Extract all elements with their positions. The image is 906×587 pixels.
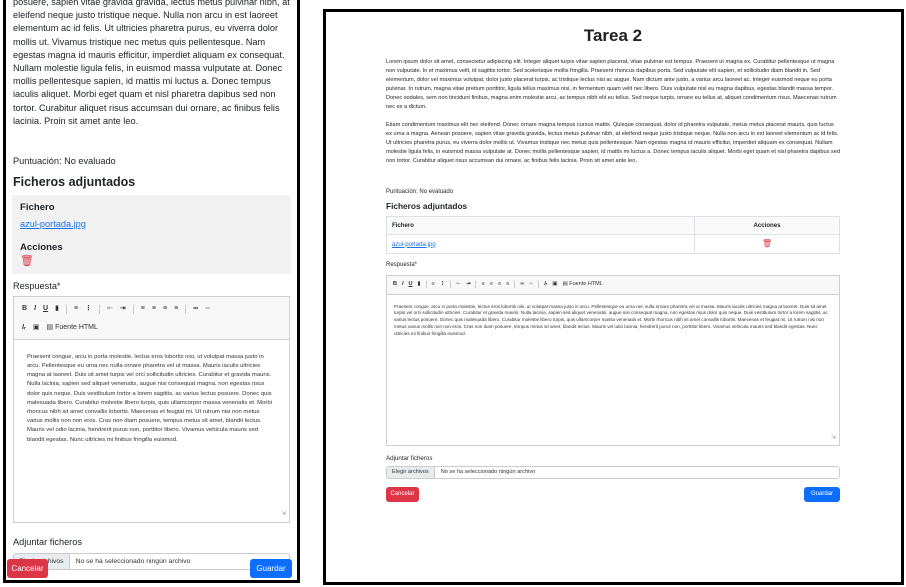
- attachments-table: Fichero Acciones azul-portada.jpg 🗑: [385, 216, 840, 255]
- editor-toolbar: B I U ▮ ≡ ⋮ ⇤ ⇥ ≡ ≡ ≡ ≡ ∞ ∞ Iᵣ ▣ ▤ Fuent…: [14, 297, 289, 340]
- list-numbered-icon[interactable]: ≡: [74, 302, 78, 315]
- align-justify-icon[interactable]: ≡: [174, 302, 178, 315]
- rich-text-editor: B I U ▮ ≡ ⋮ ⇤ ⇥ ≡ ≡ ≡ ≡ ∞ ∞ Iᵣ ▣ ▤ Fuent…: [386, 275, 840, 446]
- align-center-icon[interactable]: ≡: [490, 280, 493, 289]
- toolbar-divider: [450, 281, 452, 289]
- table-cell-file: azul-portada.jpg: [385, 234, 696, 255]
- actions-column-label: Acciones: [20, 241, 63, 253]
- attach-files-label: Adjuntar ficheros: [13, 536, 82, 547]
- file-input[interactable]: Elegir archivos No se ha seleccionado ni…: [13, 553, 290, 571]
- response-label: Respuesta*: [13, 281, 61, 292]
- align-right-icon[interactable]: ≡: [163, 302, 167, 315]
- list-bullet-icon[interactable]: ⋮: [85, 302, 92, 315]
- resize-handle-icon[interactable]: ⇲: [281, 510, 286, 519]
- task-description-paragraph-1: Lorem ipsum dolor sit amet, consectetur …: [386, 59, 837, 111]
- italic-button[interactable]: I: [402, 280, 404, 289]
- source-html-label: Fuente HTML: [55, 323, 98, 331]
- mobile-view-panel: posuere, sapien vitae gravida gravida, l…: [3, 0, 300, 583]
- task-description-paragraph-2: Etiam condimentum maximus elit nec eleif…: [386, 121, 840, 164]
- outdent-icon[interactable]: ⇤: [456, 280, 461, 289]
- task-description: posuere, sapien vitae gravida gravida, l…: [13, 0, 290, 126]
- align-left-icon[interactable]: ≡: [481, 280, 484, 289]
- align-center-icon[interactable]: ≡: [152, 302, 156, 315]
- trash-icon[interactable]: 🗑: [20, 255, 34, 268]
- score-text: Puntuación: No evaluado: [13, 156, 116, 167]
- toolbar-divider: [538, 281, 540, 289]
- indent-icon[interactable]: ⇥: [466, 280, 471, 289]
- table-header-row: Fichero Acciones: [385, 216, 840, 236]
- editor-toolbar: B I U ▮ ≡ ⋮ ⇤ ⇥ ≡ ≡ ≡ ≡ ∞ ∞ Iᵣ ▣ ▤ Fuent…: [387, 276, 839, 295]
- page-title: Tarea 2: [583, 26, 643, 45]
- attachments-heading: Ficheros adjuntados: [13, 175, 136, 190]
- toolbar-divider: [425, 281, 427, 289]
- underline-button[interactable]: U: [43, 302, 48, 315]
- editor-text: Praesent congue, arcu in porta molestie,…: [27, 353, 272, 443]
- desktop-view-panel: Tarea 2 Lorem ipsum dolor sit amet, cons…: [323, 9, 904, 585]
- toolbar-divider: [475, 281, 477, 289]
- table-cell-actions: 🗑: [694, 234, 840, 255]
- cancel-button[interactable]: Cancelar: [386, 486, 419, 502]
- rich-text-editor: B I U ▮ ≡ ⋮ ⇤ ⇥ ≡ ≡ ≡ ≡ ∞ ∞ Iᵣ ▣ ▤ Fuent…: [13, 296, 290, 523]
- unlink-icon[interactable]: ∞: [205, 302, 210, 315]
- indent-icon[interactable]: ⇥: [120, 302, 126, 315]
- source-html-button[interactable]: ▤ Fuente HTML: [47, 321, 98, 334]
- cancel-button[interactable]: Cancelar: [7, 559, 48, 578]
- align-justify-icon[interactable]: ≡: [506, 280, 509, 289]
- editor-content[interactable]: Praesent congue, arcu in porta molestie,…: [14, 340, 289, 522]
- outdent-icon[interactable]: ⇤: [107, 302, 113, 315]
- underline-button[interactable]: U: [409, 280, 413, 289]
- file-input[interactable]: Elegir archivos No se ha seleccionado ni…: [386, 465, 840, 479]
- save-button[interactable]: Guardar: [250, 559, 292, 578]
- editor-text: Praesent congue, arcu in porta molestie,…: [394, 303, 828, 337]
- source-doc-icon: ▤: [46, 323, 54, 331]
- no-file-selected-text: No se ha seleccionado ningún archivo: [440, 468, 536, 475]
- score-text: Puntuación: No evaluado: [386, 189, 454, 196]
- choose-files-button[interactable]: Elegir archivos: [387, 466, 435, 478]
- align-left-icon[interactable]: ≡: [141, 302, 145, 315]
- file-column-label: Fichero: [20, 202, 55, 214]
- form-actions: Cancelar Guardar: [386, 486, 840, 502]
- toolbar-divider: [185, 304, 187, 314]
- bold-button[interactable]: B: [393, 280, 397, 289]
- image-icon[interactable]: ▣: [33, 321, 40, 334]
- table-header-file: Fichero: [385, 216, 696, 236]
- attachments-heading: Ficheros adjuntados: [386, 201, 468, 212]
- no-file-selected-text: No se ha seleccionado ningún archivo: [75, 557, 191, 565]
- link-icon[interactable]: ∞: [193, 302, 198, 315]
- clear-format-icon[interactable]: Iᵣ: [544, 280, 547, 289]
- response-label: Respuesta*: [386, 262, 418, 269]
- toolbar-divider: [65, 304, 67, 314]
- attachment-file-link[interactable]: azul-portada.jpg: [392, 241, 436, 248]
- video-icon[interactable]: ▮: [55, 302, 59, 315]
- align-right-icon[interactable]: ≡: [498, 280, 501, 289]
- italic-button[interactable]: I: [34, 302, 36, 315]
- image-icon[interactable]: ▣: [552, 280, 557, 289]
- toolbar-divider: [514, 281, 516, 289]
- save-button[interactable]: Guardar: [804, 486, 840, 502]
- resize-handle-icon[interactable]: ⇲: [831, 435, 836, 442]
- table-header-actions: Acciones: [694, 216, 840, 236]
- editor-content[interactable]: Praesent congue, arcu in porta molestie,…: [387, 295, 839, 445]
- attachment-file-link[interactable]: azul-portada.jpg: [20, 218, 86, 231]
- bold-button[interactable]: B: [22, 302, 27, 315]
- toolbar-divider: [99, 304, 101, 314]
- list-bullet-icon[interactable]: ⋮: [440, 280, 446, 289]
- clear-format-icon[interactable]: Iᵣ: [22, 321, 26, 334]
- source-html-button[interactable]: ▤ Fuente HTML: [562, 280, 602, 289]
- toolbar-divider: [132, 304, 134, 314]
- unlink-icon[interactable]: ∞: [529, 280, 533, 289]
- source-html-label: Fuente HTML: [569, 281, 603, 288]
- link-icon[interactable]: ∞: [520, 280, 524, 289]
- table-row: azul-portada.jpg 🗑: [385, 234, 840, 255]
- trash-icon[interactable]: 🗑: [762, 239, 772, 248]
- list-numbered-icon[interactable]: ≡: [432, 280, 435, 289]
- attachment-card: Fichero azul-portada.jpg Acciones 🗑: [12, 195, 291, 275]
- source-doc-icon: ▤: [562, 281, 568, 288]
- attach-files-label: Adjuntar ficheros: [386, 454, 433, 462]
- video-icon[interactable]: ▮: [418, 280, 421, 289]
